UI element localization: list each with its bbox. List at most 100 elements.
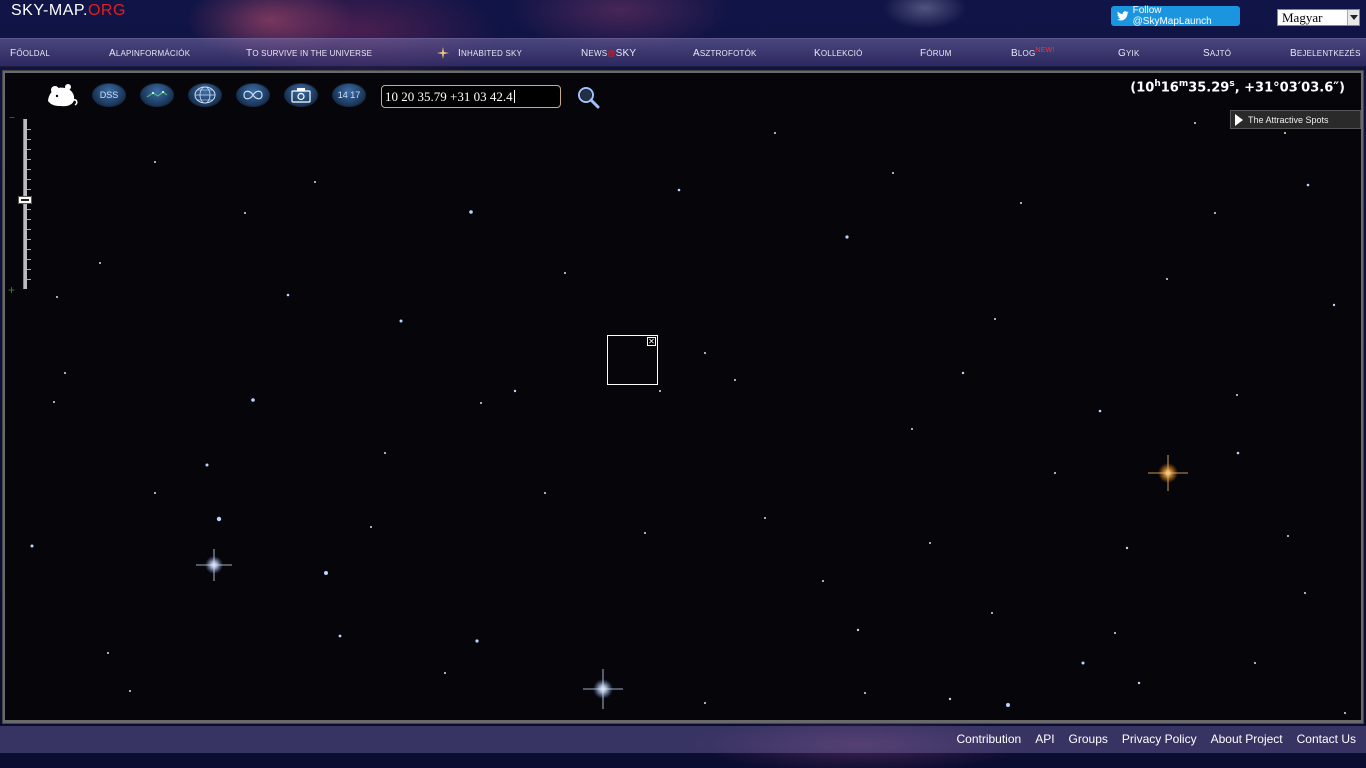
language-selected: Magyar	[1282, 10, 1323, 25]
nav-basics[interactable]: Alapinformációk	[109, 48, 190, 59]
infinity-icon	[243, 90, 263, 100]
nav-login-cap: B	[1290, 48, 1297, 59]
footer-link-contact[interactable]: Contact Us	[1297, 732, 1356, 746]
nav-press[interactable]: Sajtó	[1203, 48, 1231, 59]
nav-collection-label: ollekció	[820, 49, 863, 58]
coordinate-search-value: 10 20 35.79 +31 03 42.4	[385, 89, 513, 104]
orbits-button[interactable]	[236, 83, 270, 107]
footer-links: Contribution API Groups Privacy Policy A…	[942, 732, 1356, 746]
nav-astrophotos[interactable]: Asztrofotók	[693, 48, 757, 59]
coord-m-unit: m	[1178, 79, 1189, 89]
nav-collection-cap: K	[814, 48, 821, 59]
orange-star	[1148, 455, 1188, 491]
nav-astro-cap: A	[693, 48, 700, 59]
footer: Contribution API Groups Privacy Policy A…	[0, 726, 1366, 753]
zoom-tick	[27, 279, 31, 280]
footer-link-contribution[interactable]: Contribution	[956, 732, 1021, 746]
target-selection-box[interactable]: ✕	[607, 335, 658, 385]
coord-ra-minutes: 16	[1160, 80, 1179, 96]
nav-basics-cap: A	[109, 48, 116, 59]
logo-tld: ORG	[87, 2, 126, 19]
zoom-tick	[27, 149, 31, 150]
bright-star-1	[196, 549, 232, 581]
nav-blog[interactable]: BlogNew!	[1011, 47, 1055, 59]
dss-button[interactable]: DSS	[92, 83, 126, 107]
chevron-down-icon	[1347, 10, 1359, 25]
nav-faq-label: YIK	[1125, 49, 1140, 58]
date-time-label: 14 17	[337, 90, 361, 100]
faint-stars	[53, 122, 1346, 714]
text-caret	[513, 90, 515, 103]
coordinate-search-input[interactable]: 10 20 35.79 +31 03 42.4	[381, 85, 561, 108]
star-icon	[437, 47, 449, 59]
logo-text: SKY-MAP.	[11, 2, 88, 19]
nav-blog-label: log	[1017, 49, 1036, 58]
sky-viewer[interactable]: DSS 14 17 10 20 35.79 +31 03 42.4 (10h16…	[5, 73, 1361, 720]
mouse-logo-icon[interactable]	[45, 81, 79, 111]
attractive-spots-button[interactable]: The Attractive Spots	[1230, 110, 1361, 129]
footer-link-groups[interactable]: Groups	[1069, 732, 1108, 746]
nav-inhabited-label: nhabited Sky	[460, 49, 523, 58]
small-stars	[30, 183, 1336, 707]
footer-link-about[interactable]: About Project	[1211, 732, 1283, 746]
language-select[interactable]: Magyar	[1277, 9, 1360, 26]
attractive-spots-label: The Attractive Spots	[1248, 114, 1329, 125]
nav-login[interactable]: Bejelentkezés	[1290, 48, 1361, 59]
globe-grid-icon	[194, 86, 216, 104]
zoom-in-button[interactable]: +	[8, 283, 15, 297]
screenshot-button[interactable]	[284, 83, 318, 107]
constellations-button[interactable]	[140, 83, 174, 107]
nav-home-label: őoldal	[16, 49, 50, 58]
nav-news-label: ews	[588, 49, 608, 58]
nav-login-label: ejelentkezés	[1296, 49, 1361, 58]
zoom-tick	[27, 129, 31, 130]
coordinate-readout: (10h16m35.29s, +31°03′03.6″)	[1130, 79, 1345, 95]
camera-icon	[291, 88, 311, 103]
grid-button[interactable]	[188, 83, 222, 107]
twitter-follow-label: Follow @SkyMapLaunch	[1132, 5, 1212, 27]
nav-faq-cap: G	[1118, 48, 1126, 59]
zoom-tick	[27, 219, 31, 220]
zoom-out-button[interactable]: −	[9, 113, 15, 124]
nav-astro-label: sztrofotók	[699, 49, 757, 58]
nav-press-label: ajtó	[1209, 49, 1232, 58]
bright-star-2	[583, 669, 623, 709]
twitter-follow-button[interactable]: Follow @SkyMapLaunch	[1111, 5, 1240, 27]
coord-ra-hours: (10	[1130, 80, 1155, 96]
main-nav: Főoldal Alapinformációk To Survive in th…	[0, 38, 1366, 67]
coord-dec: , +31°03′03.6″)	[1234, 80, 1345, 96]
zoom-slider-handle[interactable]	[18, 196, 32, 204]
play-triangle-icon	[1235, 113, 1243, 126]
zoom-tick	[27, 249, 31, 250]
footer-link-privacy[interactable]: Privacy Policy	[1122, 732, 1197, 746]
zoom-tick	[27, 169, 31, 170]
nav-forum-label: órum	[926, 49, 952, 58]
dss-label: DSS	[99, 90, 119, 100]
date-time-button[interactable]: 14 17	[332, 83, 366, 107]
zoom-tick	[27, 139, 31, 140]
close-icon[interactable]: ✕	[647, 337, 656, 346]
nav-survive[interactable]: To Survive in the Universe	[246, 48, 372, 59]
coord-ra-seconds: 35.29	[1188, 80, 1230, 96]
site-logo[interactable]: SKY-MAP.ORG	[11, 2, 126, 20]
zoom-tick	[27, 159, 31, 160]
nav-blog-cap: B	[1011, 48, 1018, 59]
nav-survive-label: o Survive in the Universe	[252, 49, 373, 58]
zoom-tick	[27, 179, 31, 180]
footer-link-api[interactable]: API	[1035, 732, 1054, 746]
nav-faq[interactable]: GYIK	[1118, 48, 1139, 59]
nav-news-sky-label: Sky	[615, 48, 637, 59]
nav-forum[interactable]: Fórum	[920, 48, 952, 59]
star-field	[30, 122, 1346, 714]
zoom-tick	[27, 259, 31, 260]
zoom-tick	[27, 269, 31, 270]
nav-inhabited-sky[interactable]: Inhabited Sky	[458, 48, 522, 59]
nav-blog-new-badge: New!	[1035, 47, 1055, 54]
nav-home[interactable]: Főoldal	[10, 48, 50, 59]
nav-news-sky[interactable]: News@Sky	[581, 48, 636, 59]
nav-basics-label: lapinformációk	[115, 49, 191, 58]
zoom-slider-track[interactable]	[23, 119, 27, 289]
search-icon[interactable]	[576, 85, 600, 109]
nav-collection[interactable]: Kollekció	[814, 48, 863, 59]
nav-press-cap: S	[1203, 48, 1210, 59]
